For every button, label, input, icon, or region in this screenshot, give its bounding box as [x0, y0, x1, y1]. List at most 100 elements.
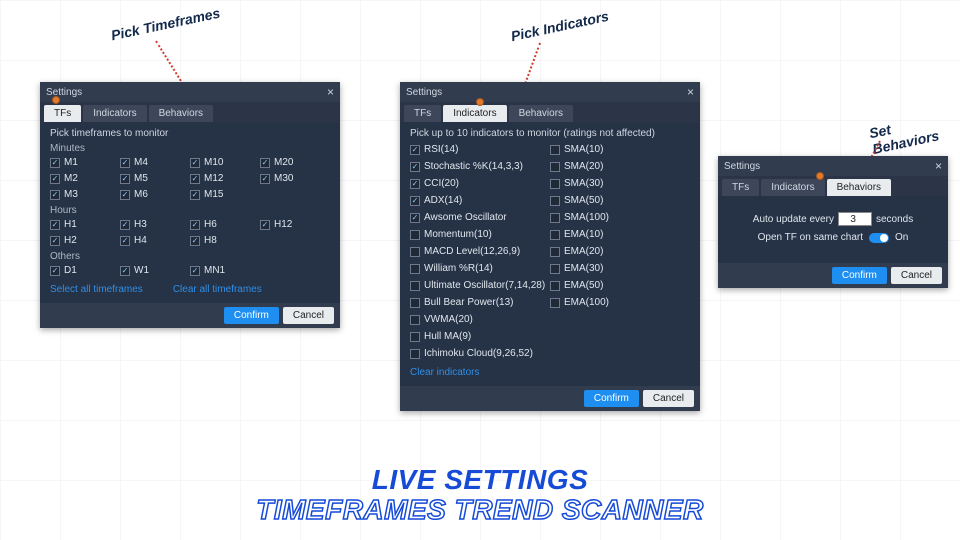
- checkbox-item[interactable]: H3: [120, 218, 190, 232]
- checkbox-item[interactable]: MACD Level(12,26,9): [410, 245, 550, 259]
- tab-indicators[interactable]: Indicators: [761, 179, 824, 196]
- tab-behaviors[interactable]: Behaviors: [149, 105, 213, 122]
- group-header: Others: [50, 251, 330, 262]
- checkbox-item[interactable]: M5: [120, 172, 190, 186]
- checkbox-item[interactable]: ADX(14): [410, 194, 550, 208]
- checkbox-label: EMA(20): [564, 245, 603, 259]
- checkbox-item[interactable]: H2: [50, 234, 120, 248]
- checkbox-item[interactable]: Stochastic %K(14,3,3): [410, 160, 550, 174]
- checkbox-label: M30: [274, 172, 293, 186]
- select-all-link[interactable]: Select all timeframes: [50, 284, 143, 295]
- checkbox-item[interactable]: M6: [120, 188, 190, 202]
- checkbox-label: H6: [204, 218, 217, 232]
- checkbox-label: RSI(14): [424, 143, 458, 157]
- close-icon[interactable]: ×: [687, 85, 694, 99]
- checkbox-item[interactable]: H8: [190, 234, 260, 248]
- checkbox-row: M1 M2 M3 M4 M5 M6 M10 M12 M15 M20 M30: [50, 156, 330, 202]
- checkbox-icon: [550, 264, 560, 274]
- tab-indicators[interactable]: Indicators: [83, 105, 146, 122]
- checkbox-label: H12: [274, 218, 292, 232]
- checkbox-icon: [260, 220, 270, 230]
- checkbox-item[interactable]: Momentum(10): [410, 228, 550, 242]
- checkbox-label: SMA(30): [564, 177, 603, 191]
- open-tf-toggle[interactable]: [869, 233, 889, 243]
- checkbox-item[interactable]: M1: [50, 156, 120, 170]
- checkbox-item[interactable]: M12: [190, 172, 260, 186]
- checkbox-item[interactable]: EMA(20): [550, 245, 690, 259]
- titlebar: Settings ×: [718, 156, 948, 176]
- checkbox-item[interactable]: William %R(14): [410, 262, 550, 276]
- checkbox-item[interactable]: H1: [50, 218, 120, 232]
- tab-tfs[interactable]: TFs: [722, 179, 759, 196]
- checkbox-item[interactable]: Ichimoku Cloud(9,26,52): [410, 347, 550, 361]
- dialog-title: Settings: [406, 87, 442, 98]
- checkbox-item[interactable]: H4: [120, 234, 190, 248]
- checkbox-icon: [410, 247, 420, 257]
- checkbox-item[interactable]: SMA(30): [550, 177, 690, 191]
- checkbox-item[interactable]: M2: [50, 172, 120, 186]
- checkbox-label: SMA(10): [564, 143, 603, 157]
- checkbox-item[interactable]: D1: [50, 264, 120, 278]
- checkbox-item[interactable]: CCI(20): [410, 177, 550, 191]
- checkbox-icon: [190, 266, 200, 276]
- checkbox-item[interactable]: SMA(10): [550, 143, 690, 157]
- checkbox-item[interactable]: EMA(10): [550, 228, 690, 242]
- clear-all-link[interactable]: Clear all timeframes: [173, 284, 262, 295]
- checkbox-item[interactable]: MN1: [190, 264, 260, 278]
- checkbox-item[interactable]: EMA(100): [550, 296, 690, 310]
- checkbox-item[interactable]: H12: [260, 218, 330, 232]
- close-icon[interactable]: ×: [935, 159, 942, 173]
- checkbox-item[interactable]: W1: [120, 264, 190, 278]
- checkbox-item[interactable]: SMA(50): [550, 194, 690, 208]
- checkbox-item[interactable]: Ultimate Oscillator(7,14,28): [410, 279, 550, 293]
- callout-dot: [52, 96, 60, 104]
- confirm-button[interactable]: Confirm: [832, 267, 887, 284]
- checkbox-icon: [550, 179, 560, 189]
- checkbox-item[interactable]: RSI(14): [410, 143, 550, 157]
- cancel-button[interactable]: Cancel: [283, 307, 334, 324]
- tab-behaviors[interactable]: Behaviors: [827, 179, 891, 196]
- tab-tfs[interactable]: TFs: [44, 105, 81, 122]
- checkbox-label: EMA(30): [564, 262, 603, 276]
- checkbox-icon: [50, 266, 60, 276]
- checkbox-item[interactable]: M20: [260, 156, 330, 170]
- confirm-button[interactable]: Confirm: [584, 390, 639, 407]
- checkbox-item[interactable]: VWMA(20): [410, 313, 550, 327]
- checkbox-item[interactable]: M10: [190, 156, 260, 170]
- settings-dialog-behaviors: Settings × TFs Indicators Behaviors Auto…: [718, 156, 948, 288]
- checkbox-item[interactable]: M30: [260, 172, 330, 186]
- checkbox-item[interactable]: EMA(50): [550, 279, 690, 293]
- cancel-button[interactable]: Cancel: [643, 390, 694, 407]
- tab-indicators[interactable]: Indicators: [443, 105, 506, 122]
- checkbox-item[interactable]: M15: [190, 188, 260, 202]
- auto-update-input[interactable]: [838, 212, 872, 226]
- tab-tfs[interactable]: TFs: [404, 105, 441, 122]
- checkbox-item[interactable]: M4: [120, 156, 190, 170]
- checkbox-item[interactable]: EMA(30): [550, 262, 690, 276]
- checkbox-icon: [550, 230, 560, 240]
- checkbox-icon: [410, 196, 420, 206]
- checkbox-item[interactable]: Bull Bear Power(13): [410, 296, 550, 310]
- checkbox-item[interactable]: SMA(20): [550, 160, 690, 174]
- cancel-button[interactable]: Cancel: [891, 267, 942, 284]
- checkbox-item[interactable]: Awsome Oscillator: [410, 211, 550, 225]
- checkbox-label: Bull Bear Power(13): [424, 296, 513, 310]
- checkbox-icon: [190, 190, 200, 200]
- checkbox-item[interactable]: M3: [50, 188, 120, 202]
- checkbox-icon: [50, 190, 60, 200]
- checkbox-label: EMA(100): [564, 296, 609, 310]
- clear-indicators-link[interactable]: Clear indicators: [410, 367, 479, 378]
- confirm-button[interactable]: Confirm: [224, 307, 279, 324]
- close-icon[interactable]: ×: [327, 85, 334, 99]
- checkbox-label: M3: [64, 188, 78, 202]
- checkbox-item[interactable]: SMA(100): [550, 211, 690, 225]
- checkbox-icon: [120, 174, 130, 184]
- checkbox-label: M4: [134, 156, 148, 170]
- checkbox-column: H12: [260, 218, 330, 248]
- tab-behaviors[interactable]: Behaviors: [509, 105, 573, 122]
- checkbox-label: W1: [134, 264, 149, 278]
- checkbox-item[interactable]: H6: [190, 218, 260, 232]
- checkbox-item[interactable]: Hull MA(9): [410, 330, 550, 344]
- checkbox-label: M5: [134, 172, 148, 186]
- settings-dialog-indicators: Settings × TFs Indicators Behaviors Pick…: [400, 82, 700, 411]
